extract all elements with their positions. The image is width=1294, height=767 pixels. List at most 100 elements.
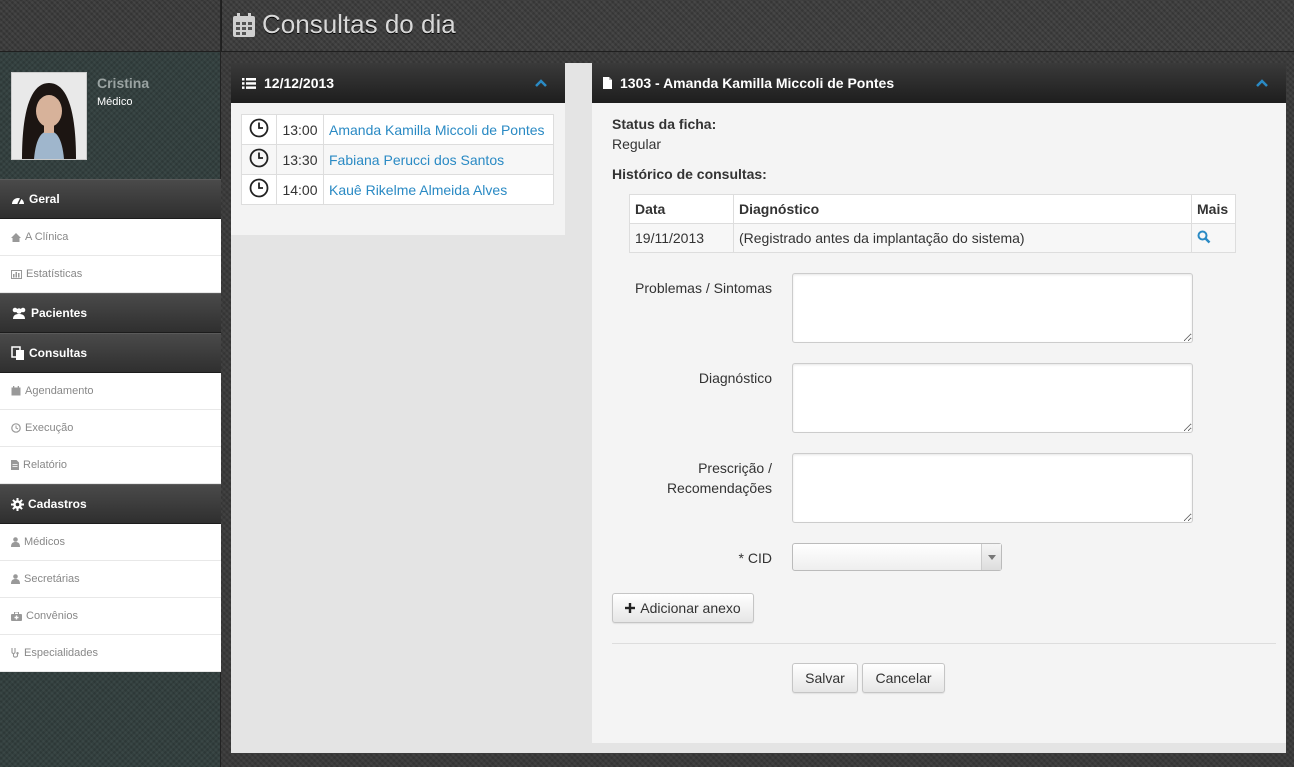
table-row[interactable]: 13:00 Amanda Kamilla Miccoli de Pontes	[241, 114, 554, 145]
status-value: Regular	[612, 136, 662, 152]
calendar-icon	[232, 12, 256, 38]
record-title: 1303 - Amanda Kamilla Miccoli de Pontes	[620, 75, 895, 91]
sidebar-item-relatorio[interactable]: Relatório	[0, 447, 221, 484]
dashboard-icon	[11, 193, 25, 205]
nav-section-geral[interactable]: Geral	[0, 179, 221, 219]
problems-textarea[interactable]	[792, 273, 1193, 343]
diagnosis-label: Diagnóstico	[698, 370, 772, 386]
table-row[interactable]: 14:00 Kauê Rikelme Almeida Alves	[241, 174, 554, 205]
chevron-up-icon[interactable]	[535, 75, 547, 91]
problems-label: Problemas / Sintomas	[635, 280, 772, 296]
chevron-down-icon[interactable]	[981, 544, 1001, 570]
cancel-button[interactable]: Cancelar	[862, 663, 945, 693]
appointment-time: 13:30	[276, 144, 324, 175]
save-button[interactable]: Salvar	[792, 663, 858, 693]
form-divider	[612, 643, 1276, 644]
sidebar-item-label: Estatísticas	[26, 268, 83, 280]
file-icon	[603, 77, 612, 89]
diagnosis-textarea[interactable]	[792, 363, 1193, 433]
sidebar-item-label: Especialidades	[24, 647, 98, 659]
appointments-table: 13:00 Amanda Kamilla Miccoli de Pontes 1…	[241, 114, 554, 205]
nav-section-label: Cadastros	[28, 497, 87, 511]
appointment-patient-link[interactable]: Fabiana Perucci dos Santos	[323, 144, 554, 175]
appointment-patient-link[interactable]: Amanda Kamilla Miccoli de Pontes	[323, 114, 554, 145]
user-role: Médico	[97, 96, 133, 108]
sidebar-item-convenios[interactable]: Convênios	[0, 598, 221, 635]
nav-section-label: Geral	[29, 192, 60, 206]
nav-section-label: Consultas	[29, 346, 88, 360]
status-label: Status da ficha:	[612, 116, 717, 132]
bar-chart-icon	[11, 269, 22, 279]
nav-section-consultas[interactable]: Consultas	[0, 333, 221, 373]
page-title-text: Consultas do dia	[262, 9, 456, 39]
search-icon[interactable]	[1197, 230, 1211, 244]
clock-icon	[11, 423, 21, 433]
history-table: Data Diagnóstico Mais 19/11/2013 (Regist…	[629, 194, 1236, 253]
sidebar-item-secretarias[interactable]: Secretárias	[0, 561, 221, 598]
stethoscope-icon	[11, 648, 20, 658]
nav-section-pacientes[interactable]: Pacientes	[0, 293, 221, 333]
clock-icon	[241, 114, 277, 145]
schedule-date: 12/12/2013	[264, 75, 335, 91]
history-date: 19/11/2013	[629, 223, 734, 253]
appointment-patient-link[interactable]: Kauê Rikelme Almeida Alves	[323, 174, 554, 205]
schedule-panel-header: 12/12/2013	[231, 63, 565, 103]
home-icon	[11, 232, 21, 242]
prescription-textarea[interactable]	[792, 453, 1193, 523]
sidebar-nav: Geral A Clínica Estatísticas Pacientes C…	[0, 179, 221, 672]
history-more-cell	[1191, 223, 1236, 253]
record-panel-header: 1303 - Amanda Kamilla Miccoli de Pontes	[592, 63, 1286, 103]
files-icon	[11, 346, 25, 360]
chevron-up-icon[interactable]	[1256, 75, 1268, 91]
users-icon	[11, 307, 27, 319]
sidebar-item-execucao[interactable]: Execução	[0, 410, 221, 447]
history-label: Histórico de consultas:	[612, 166, 767, 182]
sidebar-item-label: Convênios	[26, 610, 78, 622]
nav-section-label: Pacientes	[31, 306, 88, 320]
list-icon	[242, 77, 256, 89]
clock-icon	[241, 144, 277, 175]
clock-icon	[241, 174, 277, 205]
calendar-icon	[11, 386, 21, 396]
gear-icon	[11, 497, 24, 511]
appointment-time: 13:00	[276, 114, 324, 145]
prescription-label-line2: Recomendações	[666, 480, 772, 496]
medkit-icon	[11, 611, 22, 621]
user-md-icon	[11, 537, 20, 547]
document-icon	[11, 460, 19, 470]
sidebar-item-label: Relatório	[23, 459, 68, 471]
column-header-date: Data	[629, 194, 734, 224]
sidebar-item-label: A Clínica	[25, 231, 69, 243]
sidebar-top	[0, 0, 220, 52]
add-attachment-label: Adicionar anexo	[640, 600, 741, 616]
add-attachment-button[interactable]: Adicionar anexo	[612, 593, 754, 623]
sidebar-item-especialidades[interactable]: Especialidades	[0, 635, 221, 672]
nav-section-cadastros[interactable]: Cadastros	[0, 484, 221, 524]
sidebar-item-label: Agendamento	[25, 385, 94, 397]
table-row: 19/11/2013 (Registrado antes da implanta…	[629, 223, 1236, 253]
sidebar-item-label: Execução	[25, 422, 74, 434]
cid-label: * CID	[738, 550, 772, 566]
cid-select[interactable]	[792, 543, 1002, 571]
table-header-row: Data Diagnóstico Mais	[629, 194, 1236, 224]
page-title: Consultas do dia	[232, 9, 456, 40]
history-diagnosis: (Registrado antes da implantação do sist…	[733, 223, 1192, 253]
sidebar-item-agendamento[interactable]: Agendamento	[0, 373, 221, 410]
prescription-label: Prescrição / Recomendações	[612, 458, 772, 498]
appointment-time: 14:00	[276, 174, 324, 205]
avatar[interactable]	[11, 72, 87, 160]
prescription-label-line1: Prescrição /	[698, 460, 772, 476]
plus-icon	[625, 603, 636, 613]
column-header-diagnosis: Diagnóstico	[733, 194, 1192, 224]
top-bar: Consultas do dia	[221, 0, 1294, 52]
table-row[interactable]: 13:30 Fabiana Perucci dos Santos	[241, 144, 554, 175]
user-name: Cristina	[97, 75, 150, 91]
user-profile: Cristina Médico	[11, 72, 221, 162]
column-header-more: Mais	[1191, 194, 1236, 224]
sidebar-item-label: Secretárias	[24, 573, 80, 585]
sidebar-item-medicos[interactable]: Médicos	[0, 524, 221, 561]
sidebar-item-label: Médicos	[24, 536, 65, 548]
user-icon	[11, 574, 20, 584]
sidebar-item-a-clinica[interactable]: A Clínica	[0, 219, 221, 256]
sidebar-item-estatisticas[interactable]: Estatísticas	[0, 256, 221, 293]
